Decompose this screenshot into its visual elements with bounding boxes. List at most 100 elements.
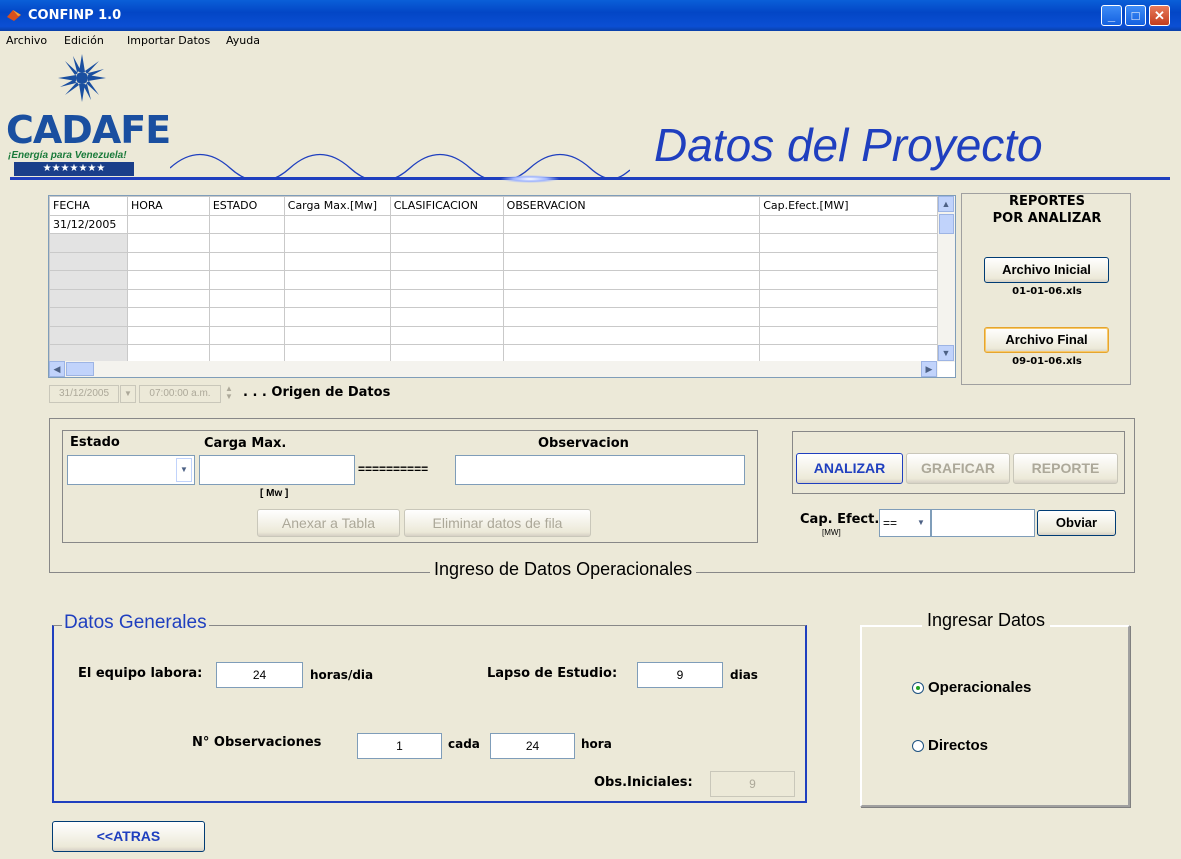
anexar-tabla-button[interactable]: Anexar a Tabla	[257, 509, 400, 537]
table-cell[interactable]	[283, 233, 391, 253]
table-cell[interactable]	[502, 251, 761, 271]
table-cell[interactable]	[208, 307, 285, 327]
table-cell[interactable]	[126, 214, 210, 234]
equipo-labora-input[interactable]: 24	[216, 662, 303, 688]
table-row[interactable]	[49, 251, 938, 271]
table-cell[interactable]	[389, 214, 504, 234]
table-row[interactable]	[49, 307, 938, 327]
table-cell[interactable]	[389, 325, 504, 345]
table-cell[interactable]	[759, 325, 938, 345]
table-row[interactable]	[49, 270, 938, 290]
eliminar-fila-button[interactable]: Eliminar datos de fila	[404, 509, 591, 537]
table-cell[interactable]	[126, 288, 210, 308]
maximize-button[interactable]: □	[1125, 5, 1146, 26]
vertical-scroll-thumb[interactable]	[939, 214, 954, 234]
archivo-final-button[interactable]: Archivo Final	[984, 327, 1109, 353]
table-vertical-scrollbar[interactable]: ▲ ▼	[938, 196, 955, 362]
column-header[interactable]: ESTADO	[208, 196, 285, 216]
column-header[interactable]: FECHA	[49, 196, 128, 216]
menu-edicion[interactable]: Edición	[64, 34, 104, 47]
column-header[interactable]: Cap.Efect.[MW]	[759, 196, 938, 216]
table-cell[interactable]	[502, 288, 761, 308]
scroll-down-icon[interactable]: ▼	[938, 345, 954, 361]
table-cell[interactable]	[759, 288, 938, 308]
table-cell[interactable]	[283, 214, 391, 234]
directos-radio[interactable]	[912, 740, 924, 752]
table-cell[interactable]	[502, 214, 761, 234]
table-cell[interactable]	[126, 325, 210, 345]
table-cell[interactable]	[759, 214, 938, 234]
menu-importar-datos[interactable]: Importar Datos	[127, 34, 210, 47]
table-cell[interactable]	[208, 325, 285, 345]
table-cell[interactable]	[208, 270, 285, 290]
estado-dropdown-icon[interactable]: ▼	[176, 458, 192, 482]
window-title-bar[interactable]: CONFINP 1.0 _ □ ✕	[0, 0, 1181, 31]
table-cell[interactable]	[126, 270, 210, 290]
table-cell[interactable]	[49, 307, 128, 327]
scroll-left-icon[interactable]: ◀	[49, 361, 65, 377]
table-cell[interactable]	[283, 325, 391, 345]
table-cell[interactable]	[283, 251, 391, 271]
menu-ayuda[interactable]: Ayuda	[226, 34, 260, 47]
close-button[interactable]: ✕	[1149, 5, 1170, 26]
directos-label[interactable]: Directos	[928, 737, 988, 754]
table-cell[interactable]	[283, 307, 391, 327]
carga-max-input[interactable]	[199, 455, 355, 485]
table-cell[interactable]	[49, 270, 128, 290]
archivo-inicial-button[interactable]: Archivo Inicial	[984, 257, 1109, 283]
table-cell[interactable]	[126, 233, 210, 253]
table-cell[interactable]	[49, 233, 128, 253]
table-row[interactable]	[49, 325, 938, 345]
horizontal-scroll-thumb[interactable]	[66, 362, 94, 376]
minimize-button[interactable]: _	[1101, 5, 1122, 26]
menu-archivo[interactable]: Archivo	[6, 34, 47, 47]
reporte-button[interactable]: REPORTE	[1013, 453, 1118, 484]
table-cell[interactable]	[502, 233, 761, 253]
n-observaciones-input[interactable]: 1	[357, 733, 442, 759]
table-cell[interactable]	[759, 233, 938, 253]
table-cell[interactable]	[283, 288, 391, 308]
data-table[interactable]: FECHA HORA ESTADO Carga Max.[Mw] CLASIFI…	[48, 195, 956, 378]
table-cell[interactable]	[283, 270, 391, 290]
table-cell[interactable]	[389, 251, 504, 271]
cap-operator-dropdown-icon[interactable]: ▼	[913, 512, 929, 534]
lapso-estudio-input[interactable]: 9	[637, 662, 723, 688]
table-row[interactable]: 31/12/2005	[49, 214, 938, 234]
observacion-input[interactable]	[455, 455, 745, 485]
cada-input[interactable]: 24	[490, 733, 575, 759]
column-header[interactable]: OBSERVACION	[502, 196, 761, 216]
atras-button[interactable]: <<ATRAS	[52, 821, 205, 852]
table-row[interactable]	[49, 288, 938, 308]
analizar-button[interactable]: ANALIZAR	[796, 453, 903, 484]
cap-efect-input[interactable]	[931, 509, 1035, 537]
table-horizontal-scrollbar[interactable]: ◀ ▶	[49, 361, 938, 377]
table-cell[interactable]	[208, 251, 285, 271]
table-cell[interactable]	[502, 307, 761, 327]
table-cell[interactable]	[49, 251, 128, 271]
table-cell[interactable]: 31/12/2005	[49, 214, 128, 234]
table-cell[interactable]	[389, 270, 504, 290]
table-cell[interactable]	[208, 288, 285, 308]
table-cell[interactable]	[389, 288, 504, 308]
table-cell[interactable]	[389, 307, 504, 327]
table-cell[interactable]	[208, 214, 285, 234]
operacionales-label[interactable]: Operacionales	[928, 679, 1031, 696]
obviar-button[interactable]: Obviar	[1037, 510, 1116, 536]
table-cell[interactable]	[49, 288, 128, 308]
table-cell[interactable]	[759, 307, 938, 327]
graficar-button[interactable]: GRAFICAR	[906, 453, 1010, 484]
table-cell[interactable]	[502, 325, 761, 345]
column-header[interactable]: HORA	[126, 196, 210, 216]
table-cell[interactable]	[208, 233, 285, 253]
column-header[interactable]: Carga Max.[Mw]	[283, 196, 391, 216]
scroll-right-icon[interactable]: ▶	[921, 361, 937, 377]
scroll-up-icon[interactable]: ▲	[938, 196, 954, 212]
table-cell[interactable]	[502, 270, 761, 290]
table-row[interactable]	[49, 233, 938, 253]
table-cell[interactable]	[389, 233, 504, 253]
table-cell[interactable]	[759, 251, 938, 271]
table-cell[interactable]	[759, 270, 938, 290]
table-cell[interactable]	[126, 251, 210, 271]
table-cell[interactable]	[126, 307, 210, 327]
table-cell[interactable]	[49, 325, 128, 345]
